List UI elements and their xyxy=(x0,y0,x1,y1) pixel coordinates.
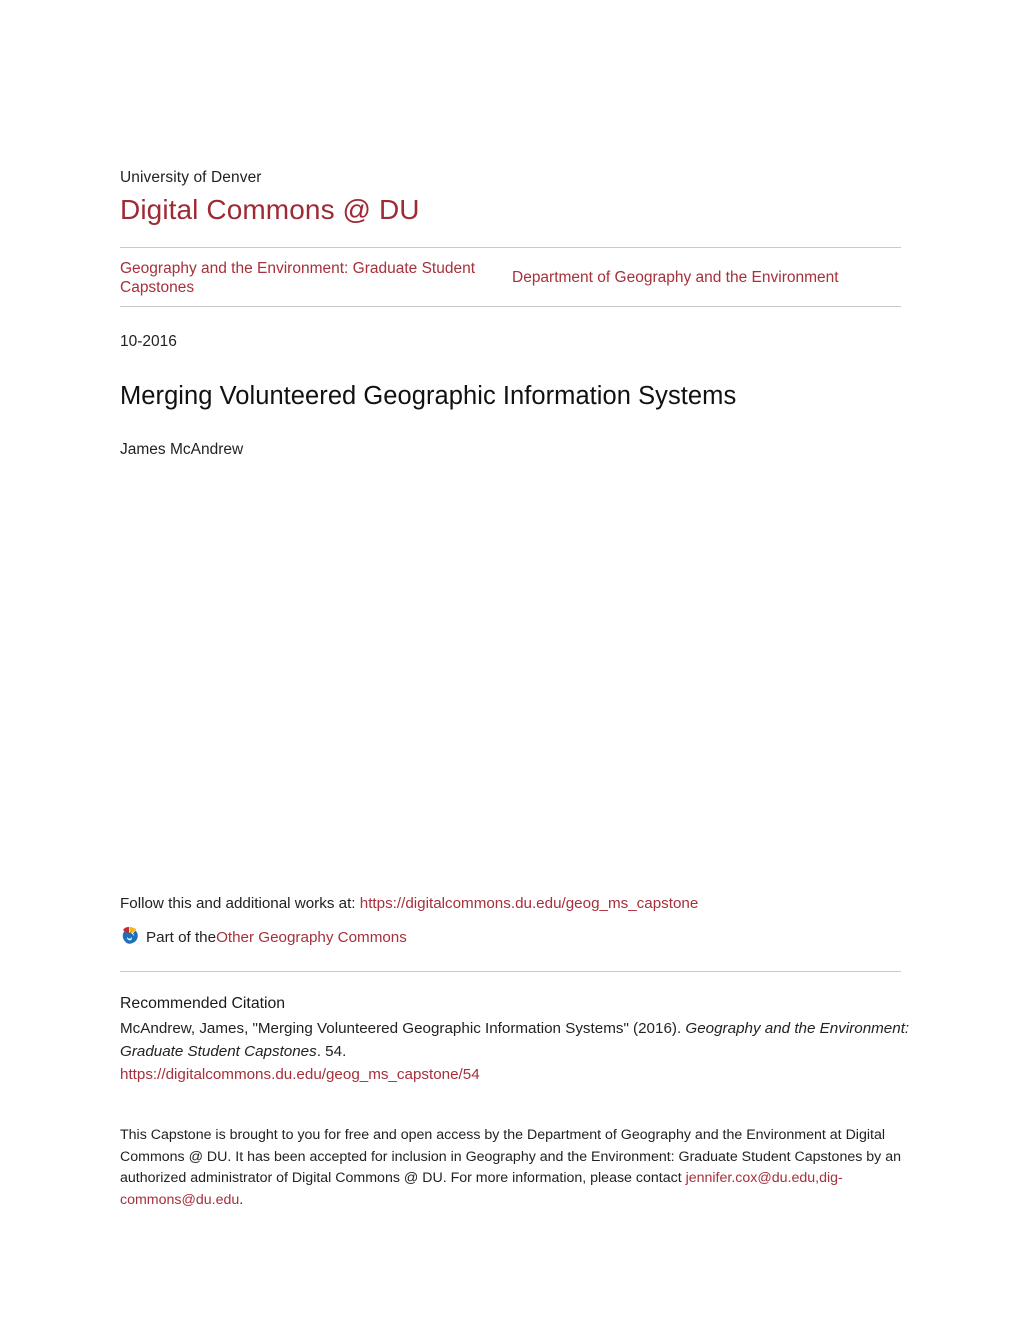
divider-band xyxy=(120,306,901,307)
department-column: Department of Geography and the Environm… xyxy=(512,268,901,288)
divider-citation xyxy=(120,971,901,972)
publication-date: 10-2016 xyxy=(120,333,177,350)
repository-title: Digital Commons @ DU xyxy=(120,194,420,225)
university-name: University of Denver xyxy=(120,169,262,186)
disclaimer-suffix: . xyxy=(239,1191,244,1208)
digital-commons-network-icon xyxy=(120,926,139,947)
citation-body: McAndrew, James, "Merging Volunteered Ge… xyxy=(120,1017,910,1086)
citation-text-leading: McAndrew, James, "Merging Volunteered Ge… xyxy=(120,1020,686,1037)
masthead-section: University of Denver Digital Commons @ D… xyxy=(120,168,901,460)
part-of-commons-line: Part of the Other Geography Commons xyxy=(120,926,901,948)
follow-works-line: Follow this and additional works at: htt… xyxy=(120,893,901,914)
recommended-citation-section: Recommended Citation McAndrew, James, "M… xyxy=(120,993,910,1086)
disclaimer-text: This Capstone is brought to you for free… xyxy=(120,1125,910,1211)
commons-subject-link[interactable]: Other Geography Commons xyxy=(216,927,407,948)
author-name: James McAndrew xyxy=(120,441,244,458)
follow-section: Follow this and additional works at: htt… xyxy=(120,893,901,948)
citation-url-link[interactable]: https://digitalcommons.du.edu/geog_ms_ca… xyxy=(120,1063,910,1086)
page-title: Merging Volunteered Geographic Informati… xyxy=(120,382,737,410)
series-link[interactable]: Geography and the Environment: Graduate … xyxy=(120,260,475,297)
follow-prefix-text: Follow this and additional works at: xyxy=(120,895,360,912)
follow-works-link[interactable]: https://digitalcommons.du.edu/geog_ms_ca… xyxy=(360,895,699,912)
part-of-prefix-text: Part of the xyxy=(146,929,217,946)
series-column: Geography and the Environment: Graduate … xyxy=(120,259,512,298)
citation-heading: Recommended Citation xyxy=(120,995,286,1012)
document-page: University of Denver Digital Commons @ D… xyxy=(0,0,1020,1320)
department-link[interactable]: Department of Geography and the Environm… xyxy=(512,269,839,286)
citation-text-trailing: . 54. xyxy=(316,1043,347,1060)
series-department-band: Geography and the Environment: Graduate … xyxy=(120,248,901,304)
